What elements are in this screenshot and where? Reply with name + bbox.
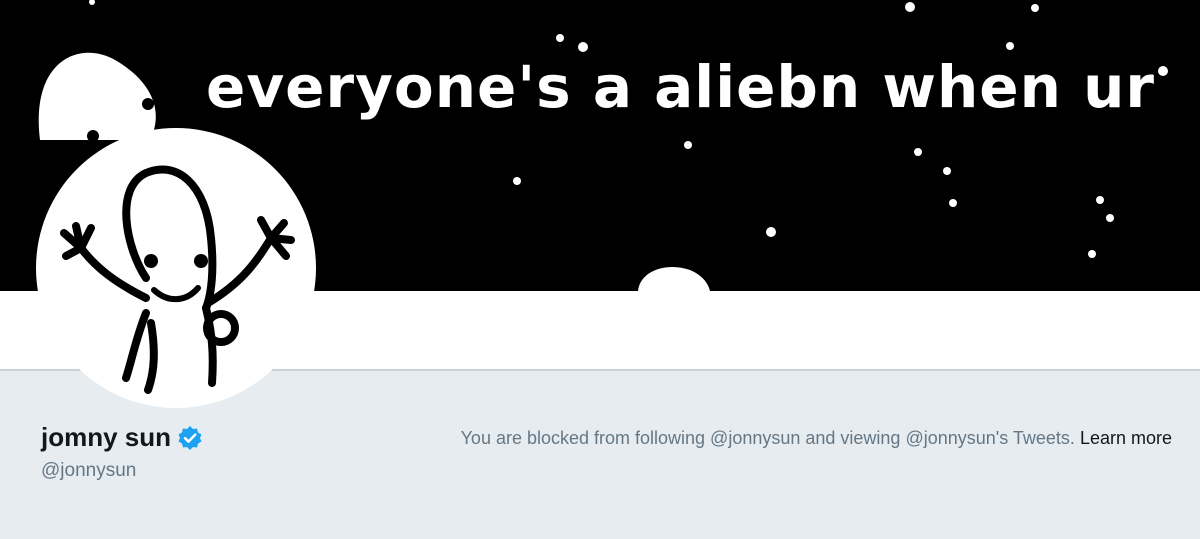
profile-name-row: jomny sun xyxy=(41,422,203,453)
profile-name[interactable]: jomny sun xyxy=(41,422,171,453)
learn-more-link[interactable]: Learn more xyxy=(1080,428,1172,448)
profile-handle[interactable]: @jonnysun xyxy=(41,460,136,482)
avatar[interactable] xyxy=(36,128,316,408)
profile-page: everyone's a aliebn when ur jomny sun @j… xyxy=(0,0,1200,539)
blocked-notice: You are blocked from following @jonnysun… xyxy=(461,428,1172,449)
blocked-notice-text: You are blocked from following @jonnysun… xyxy=(460,428,1075,448)
verified-badge-icon xyxy=(177,425,203,451)
alien-avatar-icon xyxy=(60,165,295,394)
banner-text: everyone's a aliebn when ur xyxy=(206,53,1155,121)
